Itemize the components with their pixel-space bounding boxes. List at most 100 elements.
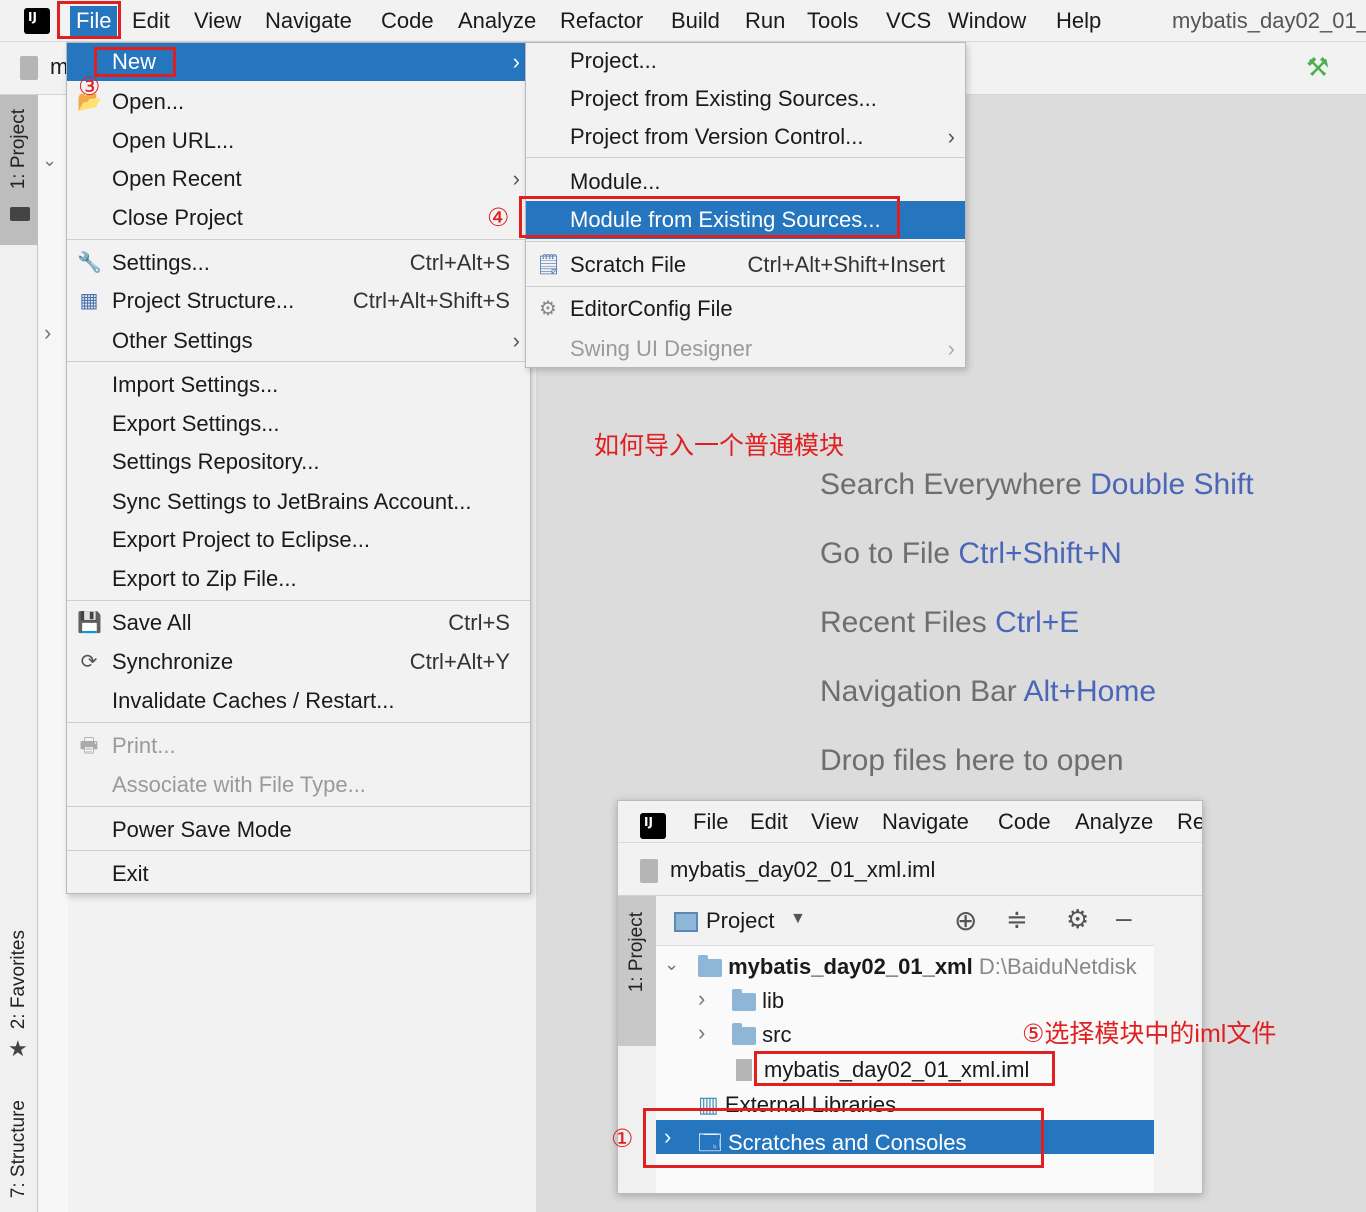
- menu-analyze[interactable]: Analyze: [458, 6, 536, 36]
- menu-item-label: EditorConfig File: [570, 296, 733, 321]
- menu-item-label: Save All: [112, 610, 192, 635]
- intellij-logo-icon: IJ: [637, 810, 669, 842]
- chevron-right-icon[interactable]: ›: [698, 986, 705, 1012]
- minimize-icon[interactable]: –: [1116, 902, 1132, 934]
- menu-item-associate-file-type: Associate with File Type...: [67, 766, 530, 804]
- menu-item-exit[interactable]: Exit: [67, 855, 530, 893]
- menu-view[interactable]: View: [194, 6, 241, 36]
- locate-crosshair-icon[interactable]: ⊕: [954, 904, 977, 937]
- menu-item-close-project[interactable]: Close Project: [67, 199, 530, 237]
- menu-item-open-url[interactable]: Open URL...: [67, 122, 530, 160]
- window-title: mybatis_day02_01_: [1172, 8, 1366, 33]
- hint-text: Navigation Bar: [820, 675, 1017, 708]
- inset-menu-analyze[interactable]: Analyze: [1075, 809, 1153, 835]
- submenu-item-editorconfig[interactable]: ⚙ EditorConfig File: [526, 290, 965, 328]
- menu-window[interactable]: Window: [948, 6, 1026, 36]
- annotation-step4: ④: [487, 204, 510, 232]
- menu-item-label: Associate with File Type...: [112, 772, 366, 797]
- menu-item-export-eclipse[interactable]: Export Project to Eclipse...: [67, 521, 530, 559]
- menu-item-sync-settings[interactable]: Sync Settings to JetBrains Account...: [67, 483, 530, 521]
- inset-menu-edit[interactable]: Edit: [750, 809, 788, 835]
- menu-item-settings-repository[interactable]: Settings Repository...: [67, 443, 530, 481]
- inset-crumb[interactable]: mybatis_day02_01_xml.iml: [670, 857, 935, 883]
- inset-menu-refactor[interactable]: Re: [1177, 809, 1202, 835]
- menu-help[interactable]: Help: [1056, 6, 1101, 36]
- menu-item-save-all[interactable]: 💾 Save All Ctrl+S: [67, 604, 530, 642]
- menu-separator: [67, 600, 530, 601]
- hint-text: Drop files here to open: [820, 744, 1124, 777]
- menu-separator: [526, 241, 965, 242]
- menu-refactor[interactable]: Refactor: [560, 6, 643, 36]
- chevron-down-icon[interactable]: ⌄: [664, 954, 679, 975]
- inset-menu-code[interactable]: Code: [998, 809, 1051, 835]
- chevron-right-icon[interactable]: ›: [44, 320, 51, 346]
- gear-icon[interactable]: ⚙: [1066, 904, 1089, 935]
- structure-tab[interactable]: 7: Structure: [8, 1100, 30, 1198]
- tree-item-src[interactable]: src: [732, 1022, 791, 1048]
- menu-run[interactable]: Run: [745, 6, 785, 36]
- menu-item-power-save[interactable]: Power Save Mode: [67, 811, 530, 849]
- collapse-all-icon[interactable]: ≑: [1006, 904, 1028, 935]
- menu-build[interactable]: Build: [671, 6, 720, 36]
- hint-navigation-bar: Navigation Bar Alt+Home: [820, 675, 1156, 709]
- inset-menu-navigate[interactable]: Navigate: [882, 809, 969, 835]
- project-tab-label: 1: Project: [8, 109, 29, 190]
- dropdown-arrow-icon[interactable]: ▼: [790, 910, 806, 928]
- menu-item-settings[interactable]: 🔧 Settings... Ctrl+Alt+S: [67, 244, 530, 282]
- chevron-right-icon: ›: [512, 328, 520, 353]
- menu-item-label: Scratch File: [570, 252, 687, 277]
- menu-item-open[interactable]: 📂 Open...: [67, 83, 530, 121]
- menu-item-shortcut: Ctrl+Alt+Shift+S: [352, 288, 510, 313]
- menu-item-invalidate-caches[interactable]: Invalidate Caches / Restart...: [67, 682, 530, 720]
- submenu-item-project[interactable]: Project...: [526, 42, 965, 80]
- menu-navigate[interactable]: Navigate: [265, 6, 352, 36]
- project-structure-icon: ▦: [79, 290, 99, 312]
- inset-project-side-tab[interactable]: 1: Project: [618, 896, 656, 1046]
- tree-item-lib[interactable]: lib: [732, 988, 784, 1014]
- menu-item-export-zip[interactable]: Export to Zip File...: [67, 560, 530, 598]
- folder-icon: [732, 1023, 756, 1046]
- chevron-down-icon[interactable]: ⌄: [42, 150, 57, 171]
- chevron-right-icon: ›: [512, 49, 520, 74]
- project-tool-tab[interactable]: 1: Project: [0, 95, 38, 245]
- menu-item-label: Close Project: [112, 205, 243, 230]
- menu-item-label: Power Save Mode: [112, 817, 292, 842]
- hint-key: Alt+Home: [1023, 675, 1157, 708]
- file-icon: [736, 1059, 752, 1081]
- menu-edit[interactable]: Edit: [132, 6, 170, 36]
- menu-code[interactable]: Code: [381, 6, 434, 36]
- menu-separator: [67, 806, 530, 807]
- gear-icon: ⚙: [539, 298, 557, 320]
- menu-item-open-recent[interactable]: Open Recent ›: [67, 160, 530, 198]
- menu-separator: [67, 850, 530, 851]
- menu-item-import-settings[interactable]: Import Settings...: [67, 366, 530, 404]
- menu-item-other-settings[interactable]: Other Settings ›: [67, 322, 530, 360]
- menubar: IJ File Edit View Navigate Code Analyze …: [0, 0, 1366, 42]
- inset-panel-title[interactable]: Project: [706, 908, 774, 934]
- hint-text: Go to File: [820, 537, 951, 570]
- menu-item-export-settings[interactable]: Export Settings...: [67, 405, 530, 443]
- file-icon: [640, 859, 658, 883]
- chevron-right-icon[interactable]: ›: [698, 1020, 705, 1046]
- build-hammer-icon[interactable]: ⚒: [1306, 52, 1329, 83]
- menu-separator: [67, 361, 530, 362]
- menu-tools[interactable]: Tools: [807, 6, 858, 36]
- menu-item-label: Print...: [112, 733, 176, 758]
- inset-divider: [618, 842, 1202, 843]
- sync-icon: ⟳: [80, 651, 98, 673]
- annotation-step3: ③: [78, 73, 101, 101]
- tree-root[interactable]: mybatis_day02_01_xml D:\BaiduNetdisk: [698, 954, 1137, 980]
- menu-item-synchronize[interactable]: ⟳ Synchronize Ctrl+Alt+Y: [67, 643, 530, 681]
- menu-item-label: Swing UI Designer: [570, 336, 753, 361]
- menu-vcs[interactable]: VCS: [886, 6, 931, 36]
- menu-item-shortcut: Ctrl+Alt+Y: [409, 649, 510, 674]
- inset-menu-file[interactable]: File: [693, 809, 728, 835]
- inset-menu-view[interactable]: View: [811, 809, 858, 835]
- submenu-item-scratch-file[interactable]: 🗒 Scratch File Ctrl+Alt+Shift+Insert: [526, 246, 965, 284]
- menu-item-label: Settings Repository...: [112, 449, 320, 474]
- submenu-item-project-existing[interactable]: Project from Existing Sources...: [526, 80, 965, 118]
- submenu-item-project-vcs[interactable]: Project from Version Control... ›: [526, 118, 965, 156]
- annotation-box-file: [57, 1, 121, 39]
- favorites-tab[interactable]: 2: Favorites: [8, 930, 30, 1029]
- menu-item-project-structure[interactable]: ▦ Project Structure... Ctrl+Alt+Shift+S: [67, 282, 530, 320]
